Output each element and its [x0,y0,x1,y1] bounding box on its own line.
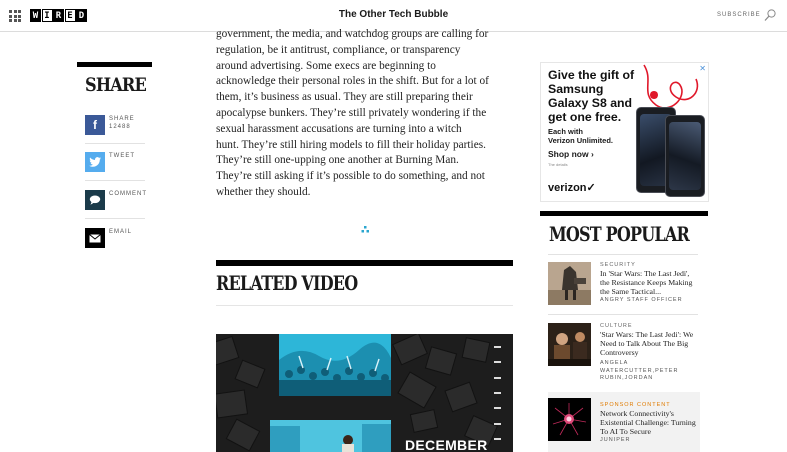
ad-headline-line: Galaxy S8 and [548,96,633,110]
share-label: SHARE [109,116,135,122]
ad-fine-print: The details [548,162,568,167]
sponsored-category: SPONSOR CONTENT [600,402,671,408]
article-line: whether they should. [216,185,311,198]
related-video-separator [216,305,513,306]
video-timeline-tick [494,392,501,394]
most-popular-bar [540,211,708,216]
verizon-logo: verizon✓ [548,182,596,194]
video-timeline-tick [494,377,501,379]
video-timeline-tick [494,361,501,363]
article-line: sexual harassment accusations are turnin… [216,122,462,135]
subscribe-link[interactable]: SUBSCRIBE [717,12,761,18]
popular-item[interactable]: SECURITY In 'Star Wars: The Last Jedi', … [548,262,700,312]
phone-image [665,115,705,197]
email-icon [85,228,105,248]
most-popular-separator [548,314,698,315]
video-thumbnail-crowd[interactable] [279,334,391,396]
article-line: regulation, be it antitrust, compliance,… [216,43,461,56]
page-title: The Other Tech Bubble [338,9,449,20]
article-line: government, the media, and watchdog grou… [216,28,489,40]
popular-item-image [548,323,591,366]
popular-item-image [548,398,591,441]
comment-button[interactable]: COMMENT [85,190,147,220]
share-separator [85,218,145,219]
ad-headline-line: Samsung [548,82,604,96]
article-line: apocalypse bunkers. They’re still privat… [216,106,487,119]
facebook-icon: f [85,115,105,135]
ad-subline: Each with [548,127,584,136]
video-timeline-tick [494,407,501,409]
share-separator [85,180,145,181]
article-line: hunt. They’re still hiring models to fil… [216,138,486,151]
article-line: They’re still one-upping one another at … [216,154,459,167]
verizon-ad-banner[interactable]: ✕ Give the gift of Samsung Galaxy S8 and… [540,62,709,202]
popular-item-author: RUBIN,JORDAN [600,375,654,381]
video-thumbnail-street[interactable] [270,420,391,452]
related-video-heading: RELATED VIDEO [216,271,358,295]
sponsored-item[interactable]: SPONSOR CONTENT Network Connectivity's E… [548,392,700,452]
video-overlay-text: DECEMBER [405,437,488,452]
share-heading: SHARE [85,74,147,96]
video-timeline-tick [494,423,501,425]
comment-icon [85,190,105,210]
comment-label: COMMENT [109,191,147,197]
popular-item-headline[interactable]: 'Star Wars: The Last Jedi': We Need to T… [600,330,700,357]
search-icon[interactable] [764,9,776,22]
popular-item-headline[interactable]: Network Connectivity's Existential Chall… [600,409,700,436]
popular-item-category: SECURITY [600,262,636,268]
related-video-bar [216,260,513,266]
email-label: EMAIL [109,229,133,235]
email-share-button[interactable]: EMAIL [85,228,145,258]
tweet-label: TWEET [109,153,135,159]
most-popular-heading: MOST POPULAR [549,222,690,246]
popular-item[interactable]: CULTURE 'Star Wars: The Last Jedi': We N… [548,323,700,381]
ad-close-icon[interactable]: ✕ [699,64,706,73]
facebook-share-button[interactable]: f SHARE 12488 [85,115,145,145]
popular-item-author: ANGRY STAFF OFFICER [600,297,683,303]
popular-item-author: JUNIPER [600,437,631,443]
popular-item-author: ANGELA [600,360,629,366]
article-body: government, the media, and watchdog grou… [216,27,516,201]
article-line: acknowledge their personal roles in the … [216,75,489,88]
related-video-player[interactable]: DECEMBER [216,334,513,452]
ad-headline-line: Give the gift of [548,68,635,82]
popular-item-category: CULTURE [600,323,633,329]
article-line: them, it’s business as usual. They are s… [216,91,473,104]
article-line: They’re still asking if it’s possible to… [216,170,485,183]
popular-item-image [548,262,591,305]
most-popular-separator [548,254,698,255]
ad-headline-line: get one free. [548,110,622,124]
twitter-icon [85,152,105,172]
twitter-share-button[interactable]: TWEET [85,152,145,182]
ad-subline: Verizon Unlimited. [548,136,614,145]
share-divider-bar [77,62,152,67]
loading-spinner-icon [361,226,369,233]
article-line: around advertising. Some execs are begin… [216,59,436,72]
video-timeline-tick [494,438,501,440]
popular-item-headline[interactable]: In 'Star Wars: The Last Jedi', the Resis… [600,269,700,296]
video-timeline-tick [494,346,501,348]
ad-shop-now-link[interactable]: Shop now › [548,149,594,159]
popular-item-author: WATERCUTTER,PETER [600,367,679,374]
share-count: 12488 [109,124,131,130]
share-separator [85,143,145,144]
